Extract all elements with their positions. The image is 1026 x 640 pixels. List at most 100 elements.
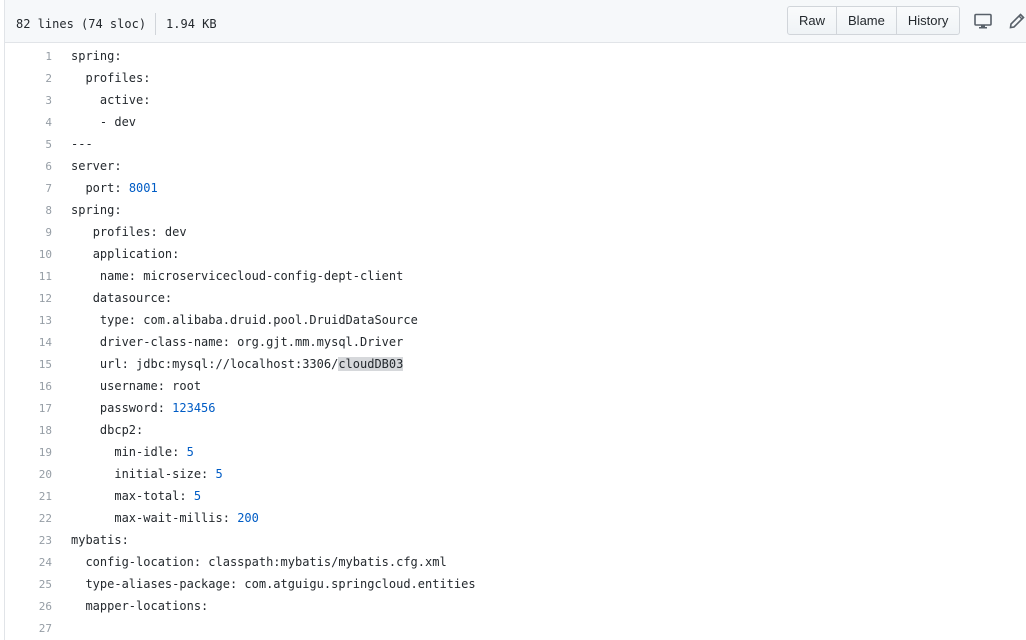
code-line: 6 server: — [5, 155, 1026, 177]
code-line: 27 — [5, 617, 1026, 639]
desktop-icon-graphic — [974, 13, 993, 28]
line-text: profiles: — [85, 71, 151, 85]
line-number[interactable]: 7 — [5, 182, 71, 195]
line-text: mybatis: — [71, 533, 129, 547]
code-line: 17 password: 123456 — [5, 397, 1026, 419]
highlighted-text: cloudDB03 — [338, 357, 404, 371]
line-value: 5 — [186, 445, 194, 459]
code-area: 1 spring: 2 profiles: 3 active: 4 - dev 5 --- 6… — [5, 45, 1026, 639]
line-number[interactable]: 1 — [5, 50, 71, 63]
code-line: 14 driver-class-name: org.gjt.mm.mysql.D… — [5, 331, 1026, 353]
line-number[interactable]: 11 — [5, 270, 71, 283]
file-actions: Raw Blame History — [787, 6, 1026, 35]
line-number[interactable]: 14 — [5, 336, 71, 349]
code-line: 26 mapper-locations: — [5, 595, 1026, 617]
file-viewer: 82 lines (74 sloc) 1.94 KB Raw Blame His… — [4, 0, 1026, 640]
line-number[interactable]: 9 — [5, 226, 71, 239]
desktop-icon[interactable] — [972, 10, 994, 32]
line-number[interactable]: 26 — [5, 600, 71, 613]
line-number[interactable]: 4 — [5, 116, 71, 129]
code-line: 18 dbcp2: — [5, 419, 1026, 441]
line-text: active: — [99, 93, 151, 107]
line-number[interactable]: 6 — [5, 160, 71, 173]
code-line: 11 name: microservicecloud-config-dept-c… — [5, 265, 1026, 287]
code-line: 19 min-idle: 5 — [5, 441, 1026, 463]
code-line: 23 mybatis: — [5, 529, 1026, 551]
pencil-icon[interactable] — [1006, 10, 1026, 32]
line-number[interactable]: 12 — [5, 292, 71, 305]
line-number[interactable]: 2 — [5, 72, 71, 85]
line-value: 123456 — [172, 401, 216, 415]
code-line: 8 spring: — [5, 199, 1026, 221]
line-number[interactable]: 13 — [5, 314, 71, 327]
line-text: mapper-locations: — [85, 599, 209, 613]
line-number[interactable]: 8 — [5, 204, 71, 217]
code-line: 7 port: 8001 — [5, 177, 1026, 199]
line-number[interactable]: 18 — [5, 424, 71, 437]
line-number[interactable]: 3 — [5, 94, 71, 107]
code-line: 2 profiles: — [5, 67, 1026, 89]
code-line: 1 spring: — [5, 45, 1026, 67]
line-text: name: microservicecloud-config-dept-clie… — [99, 269, 404, 283]
code-line: 3 active: — [5, 89, 1026, 111]
line-text: max-wait-millis: — [114, 511, 238, 525]
line-text: - dev — [99, 115, 137, 129]
line-number[interactable]: 20 — [5, 468, 71, 481]
line-number[interactable]: 10 — [5, 248, 71, 261]
line-text: dbcp2: — [99, 423, 144, 437]
line-number[interactable]: 17 — [5, 402, 71, 415]
line-text: port: — [85, 181, 129, 195]
line-text: password: — [99, 401, 173, 415]
line-text: max-total: — [114, 489, 194, 503]
line-text: spring: — [71, 49, 122, 63]
blame-button[interactable]: Blame — [836, 6, 897, 35]
line-number[interactable]: 24 — [5, 556, 71, 569]
line-number[interactable]: 16 — [5, 380, 71, 393]
code-line: 20 initial-size: 5 — [5, 463, 1026, 485]
line-number[interactable]: 25 — [5, 578, 71, 591]
line-text: --- — [71, 137, 93, 151]
line-value: 5 — [215, 467, 223, 481]
code-line: 16 username: root — [5, 375, 1026, 397]
code-line: 10 application: — [5, 243, 1026, 265]
raw-button[interactable]: Raw — [787, 6, 838, 35]
code-line: 22 max-wait-millis: 200 — [5, 507, 1026, 529]
line-number[interactable]: 21 — [5, 490, 71, 503]
line-text: type-aliases-package: com.atguigu.spring… — [85, 577, 476, 591]
file-header: 82 lines (74 sloc) 1.94 KB Raw Blame His… — [5, 0, 1026, 43]
line-number[interactable]: 27 — [5, 622, 71, 635]
line-text: url: jdbc:mysql://localhost:3306/ — [99, 357, 339, 371]
code-line: 13 type: com.alibaba.druid.pool.DruidDat… — [5, 309, 1026, 331]
line-text: min-idle: — [114, 445, 187, 459]
history-button[interactable]: History — [895, 6, 961, 35]
line-number[interactable]: 15 — [5, 358, 71, 371]
line-text: config-location: classpath:mybatis/mybat… — [85, 555, 447, 569]
code-line: 15 url: jdbc:mysql://localhost:3306/clou… — [5, 353, 1026, 375]
line-number[interactable]: 23 — [5, 534, 71, 547]
line-text: driver-class-name: org.gjt.mm.mysql.Driv… — [99, 335, 404, 349]
line-number[interactable]: 19 — [5, 446, 71, 459]
line-number[interactable]: 5 — [5, 138, 71, 151]
view-button-group: Raw Blame History — [787, 6, 961, 35]
line-text: spring: — [71, 203, 122, 217]
line-number[interactable]: 22 — [5, 512, 71, 525]
line-text: type: com.alibaba.druid.pool.DruidDataSo… — [99, 313, 418, 327]
